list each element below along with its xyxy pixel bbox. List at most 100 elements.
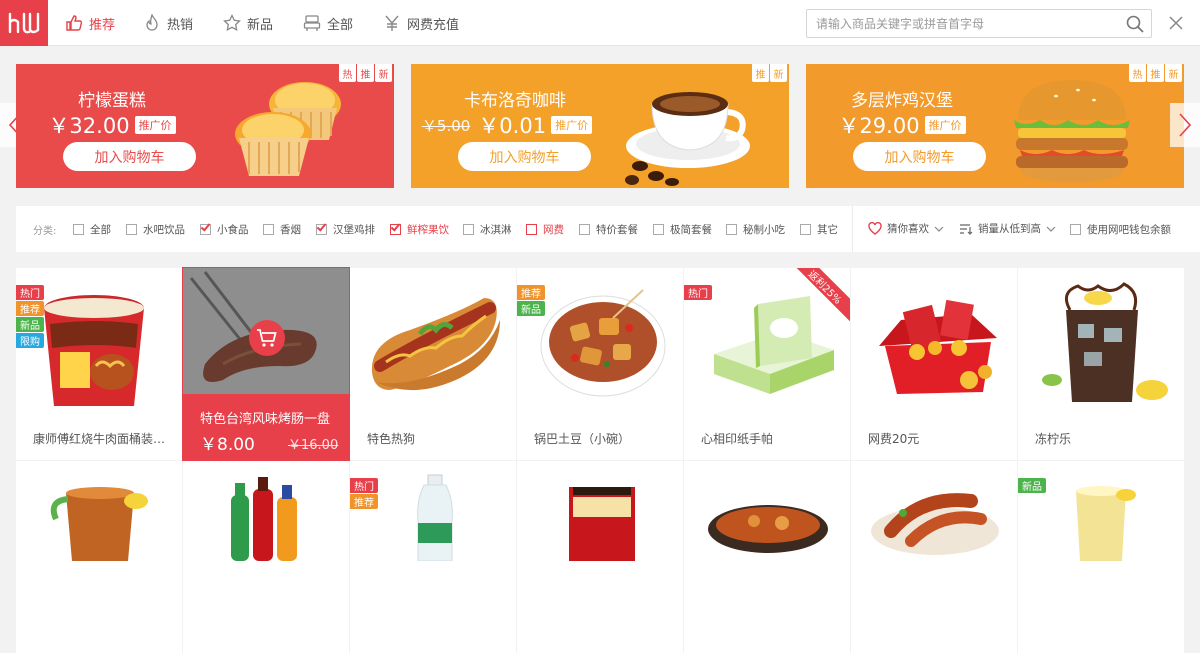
selected-product-info: 特色台湾风味烤肠一盘 ￥8.00 ￥16.00 — [183, 394, 349, 460]
tab-net-fee[interactable]: 网费充值 — [382, 0, 459, 46]
filter-option-label: 其它 — [817, 224, 838, 236]
product-card[interactable]: 新品 — [1018, 461, 1184, 653]
filter-checkbox[interactable]: 鲜榨果饮 — [390, 221, 449, 237]
badge-hot: 热门 — [684, 285, 712, 300]
app-logo[interactable] — [0, 0, 48, 46]
filter-checkbox[interactable]: 全部 — [73, 222, 111, 237]
product-card[interactable] — [517, 461, 683, 653]
filter-checkbox[interactable]: 极简套餐 — [653, 222, 712, 237]
add-to-cart-button[interactable]: 加入购物车 — [458, 142, 591, 171]
tab-new[interactable]: 新品 — [222, 0, 273, 46]
banner-next-button[interactable] — [1170, 103, 1200, 147]
banner-product-name: 多层炸鸡汉堡 — [851, 91, 953, 111]
checkbox-icon — [800, 224, 811, 235]
product-card[interactable]: 网费20元 — [851, 268, 1017, 460]
sort-dropdown[interactable]: 销量从低到高 — [959, 221, 1056, 236]
product-card[interactable]: 热门 推荐 新品 限购 康师傅红烧牛肉面桶装… — [16, 268, 182, 460]
water-bottle-image — [417, 474, 453, 561]
promo-banner[interactable]: 柠檬蛋糕 ￥32.00 推广价 加入购物车 热 推 新 — [16, 64, 394, 188]
product-card[interactable]: 推荐 新品 锅巴土豆（小碗） — [517, 268, 683, 460]
banner-tag: 推 — [357, 64, 374, 82]
lemon-cake-image — [235, 82, 341, 176]
tab-recommend[interactable]: 推荐 — [64, 0, 115, 46]
banner-price: ￥0.01 — [478, 114, 547, 138]
close-icon[interactable] — [1166, 13, 1186, 33]
product-card[interactable] — [183, 461, 349, 653]
banner-price-row: ￥5.00 ￥0.01 推广价 — [411, 110, 603, 140]
banner-price-row: ￥29.00 推广价 — [806, 110, 998, 140]
filter-option-label: 鲜榨果饮 — [407, 224, 449, 236]
filter-checkbox[interactable]: 小食品 — [200, 221, 249, 237]
product-card[interactable] — [16, 461, 182, 653]
tab-all[interactable]: 全部 — [302, 0, 353, 46]
product-card[interactable]: 返利25% 热门 心相印纸手帕 — [684, 268, 850, 460]
promo-banner-strip: 柠檬蛋糕 ￥32.00 推广价 加入购物车 热 推 新 卡布洛奇咖啡 ￥5.00… — [0, 47, 1200, 204]
filter-checkbox[interactable]: 水吧饮品 — [126, 222, 185, 237]
product-badges: 热门 推荐 新品 限购 — [16, 285, 44, 349]
product-card[interactable] — [684, 461, 850, 653]
product-card[interactable]: 热门 推荐 — [350, 461, 516, 653]
grilled-skewers-image — [871, 493, 999, 555]
hot-dog-image — [371, 298, 500, 391]
tab-label: 推荐 — [89, 17, 116, 33]
iced-lemon-cola-image — [1042, 282, 1168, 402]
banner-price: ￥29.00 — [838, 114, 920, 138]
filter-option-label: 香烟 — [280, 224, 301, 236]
add-to-cart-button[interactable] — [249, 320, 285, 356]
product-name: 冻柠乐 — [1035, 432, 1072, 446]
coffee-cup-image — [625, 92, 750, 186]
search-input[interactable] — [807, 10, 1117, 37]
dropdown-label: 销量从低到高 — [978, 223, 1041, 235]
top-nav: 推荐 热销 新品 全部 网费充值 — [0, 0, 1200, 46]
noodle-bowl-image — [708, 505, 828, 553]
filter-checkbox[interactable]: 香烟 — [263, 222, 301, 237]
burger-image — [1014, 80, 1130, 182]
iced-tea-image — [50, 487, 148, 561]
filter-divider — [852, 206, 853, 252]
product-card[interactable] — [851, 461, 1017, 653]
product-badges: 新品 — [1018, 478, 1046, 494]
banner-tags: 热 推 新 — [1128, 64, 1182, 82]
dropdown-label: 猜你喜欢 — [887, 223, 929, 235]
product-card[interactable]: 冻柠乐 — [1018, 268, 1184, 460]
grid-icon — [302, 13, 322, 33]
banner-product-name: 卡布洛奇咖啡 — [464, 91, 566, 111]
filter-checkbox[interactable]: 秘制小吃 — [726, 222, 785, 237]
checkbox-icon — [726, 224, 737, 235]
filter-checkbox[interactable]: 网费 — [526, 222, 564, 237]
tab-hot[interactable]: 热销 — [142, 0, 193, 46]
yen-icon — [382, 13, 402, 33]
promo-banner[interactable]: 多层炸鸡汉堡 ￥29.00 推广价 加入购物车 热 推 新 — [806, 64, 1184, 188]
product-card-selected[interactable]: 特色台湾风味烤肠一盘 ￥8.00 ￥16.00 — [182, 267, 350, 461]
checkbox-icon — [263, 224, 274, 235]
flame-icon — [142, 13, 162, 33]
tab-label: 新品 — [247, 17, 274, 33]
filter-option-label: 极简套餐 — [670, 224, 712, 236]
product-name: 特色台湾风味烤肠一盘 — [200, 412, 331, 427]
banner-tag: 新 — [1165, 64, 1182, 82]
filter-option-label: 全部 — [90, 224, 111, 236]
badge-limited: 限购 — [16, 333, 44, 348]
add-to-cart-button[interactable]: 加入购物车 — [853, 142, 986, 171]
category-filter-bar: 分类: 全部 水吧饮品 小食品 香烟 汉堡鸡排 鲜榨果饮 冰淇淋 网费 特价套餐… — [16, 206, 1200, 252]
checkbox-icon — [653, 224, 664, 235]
product-card[interactable]: 特色热狗 — [350, 268, 516, 460]
filter-option-label: 小食品 — [217, 224, 249, 236]
filter-checkbox[interactable]: 特价套餐 — [579, 222, 638, 237]
checkbox-icon — [126, 224, 137, 235]
add-to-cart-button[interactable]: 加入购物车 — [63, 142, 196, 171]
filter-option-label: 冰淇淋 — [480, 224, 512, 236]
filter-checkbox[interactable]: 冰淇淋 — [463, 222, 512, 237]
filter-checkbox[interactable]: 其它 — [800, 222, 838, 237]
badge-recommend: 推荐 — [350, 494, 378, 509]
checkbox-icon — [73, 224, 84, 235]
product-price: ￥8.00 — [200, 435, 255, 455]
wallet-balance-checkbox[interactable]: 使用网吧钱包余额 — [1070, 222, 1171, 237]
filter-checkbox[interactable]: 汉堡鸡排 — [316, 221, 375, 237]
promo-banner[interactable]: 卡布洛奇咖啡 ￥5.00 ￥0.01 推广价 加入购物车 推 新 — [411, 64, 789, 188]
banner-tags: 推 新 — [751, 64, 787, 82]
guess-you-like-dropdown[interactable]: 猜你喜欢 — [868, 221, 944, 236]
product-name: 锅巴土豆（小碗） — [534, 432, 631, 446]
logo-icon — [8, 12, 40, 34]
search-icon[interactable] — [1125, 14, 1145, 34]
